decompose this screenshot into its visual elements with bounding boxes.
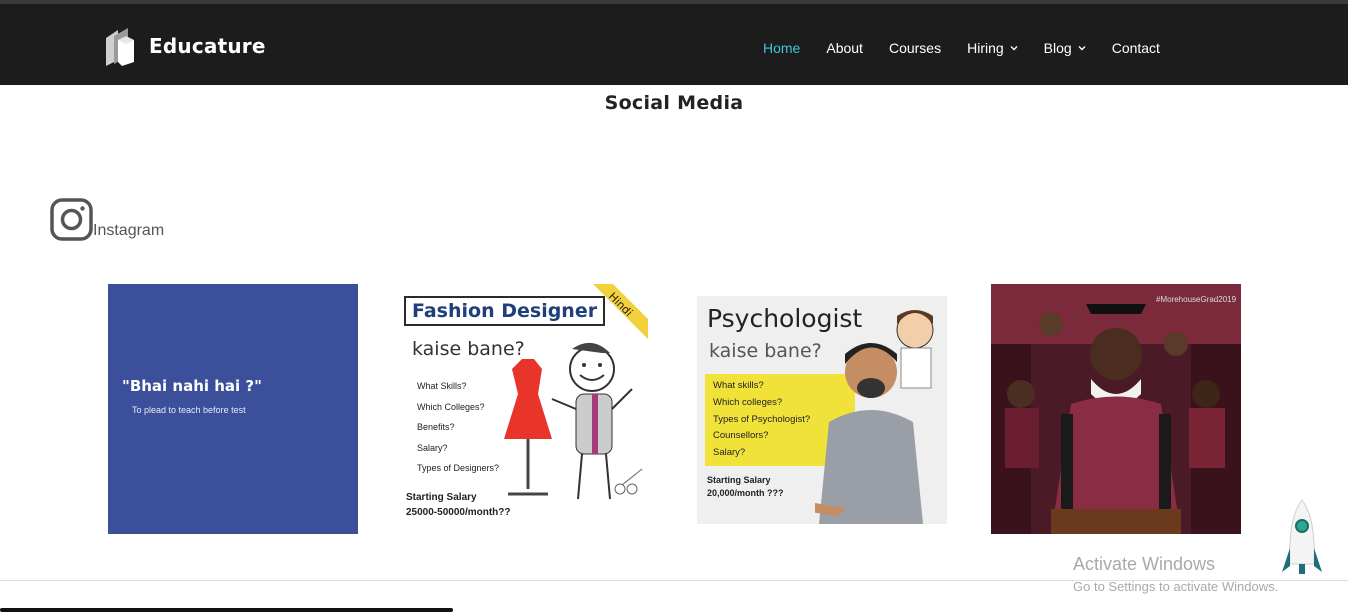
salary-label: Starting Salary — [707, 475, 771, 485]
list-item: What Skills? — [417, 381, 467, 391]
nav-hiring[interactable]: Hiring — [967, 40, 1018, 56]
person-illustration — [815, 310, 934, 524]
nav-courses[interactable]: Courses — [889, 40, 941, 56]
hindi-ribbon: Hindi — [593, 284, 648, 339]
post-title: Psychologist — [707, 304, 863, 333]
list-item: Which colleges? — [713, 396, 783, 408]
post-salary: Starting Salary 20,000/month ??? — [707, 474, 784, 499]
list-item: Which Colleges? — [417, 401, 485, 412]
post-title: Fashion Designer — [404, 296, 606, 326]
nav-home[interactable]: Home — [763, 40, 800, 56]
post-subtitle: kaise bane? — [709, 340, 822, 362]
bottom-scroll-indicator — [0, 608, 453, 612]
top-navbar: Educature Home About Courses Hiring Blog… — [0, 0, 1348, 85]
rocket-scroll-top-icon[interactable] — [1282, 498, 1322, 586]
instagram-icon — [50, 198, 93, 241]
page-title: Social Media — [604, 92, 744, 114]
instagram-label: Instagram — [93, 222, 165, 239]
main-nav: Home About Courses Hiring Blog Contact — [763, 40, 1160, 56]
brand[interactable]: Educature — [104, 26, 266, 66]
windows-watermark-title: Activate Windows — [1073, 554, 1216, 574]
post-quote: "Bhai nahi hai ?" — [122, 377, 262, 395]
salary-value: 25000-50000/month?? — [406, 507, 511, 518]
book-logo-icon — [106, 28, 134, 66]
nav-about-label: About — [826, 40, 863, 56]
post-caption: #MorehouseGrad2019 — [1156, 295, 1237, 304]
fashion-illustration — [504, 342, 643, 500]
windows-watermark-subtitle: Go to Settings to activate Windows. — [1073, 579, 1279, 594]
nav-contact-label: Contact — [1111, 40, 1160, 56]
salary-value: 20,000/month ??? — [707, 487, 784, 498]
list-item: What skills? — [713, 380, 764, 391]
brand-name: Educature — [149, 34, 266, 58]
nav-blog[interactable]: Blog — [1044, 40, 1086, 56]
chevron-down-icon — [1010, 46, 1018, 51]
list-item: Salary? — [417, 442, 448, 453]
post-subtitle: kaise bane? — [412, 338, 525, 360]
instagram-post-1[interactable]: "Bhai nahi hai ?" To plead to teach befo… — [108, 284, 358, 534]
list-item: Types of Designers? — [417, 463, 500, 473]
nav-hiring-label: Hiring — [967, 40, 1004, 56]
post-subtitle: To plead to teach before test — [132, 405, 246, 415]
graduation-photo: #MorehouseGrad2019 — [991, 284, 1241, 534]
nav-home-label: Home — [763, 40, 801, 56]
post-list: What skills? Which colleges? Types of Ps… — [713, 378, 810, 462]
instagram-post-4[interactable]: #MorehouseGrad2019 — [991, 284, 1241, 534]
list-item: Types of Psychologist? — [713, 413, 811, 425]
nav-courses-label: Courses — [888, 40, 942, 56]
chevron-down-icon — [1078, 46, 1086, 51]
salary-label: Starting Salary — [406, 492, 477, 503]
nav-about[interactable]: About — [826, 40, 863, 56]
post-list: What Skills? Which Colleges? Benefits? S… — [417, 376, 499, 479]
instagram-post-3[interactable]: Psychologist kaise bane? What skills? Wh… — [697, 296, 947, 524]
nav-contact[interactable]: Contact — [1112, 40, 1160, 56]
instagram-link[interactable]: Instagram — [50, 198, 164, 241]
list-item: Salary? — [713, 447, 746, 459]
list-item: Benefits? — [417, 422, 455, 432]
post-salary: Starting Salary 25000-50000/month?? — [406, 490, 511, 520]
list-item: Counsellors? — [713, 430, 769, 442]
nav-blog-label: Blog — [1043, 40, 1072, 56]
instagram-post-2[interactable]: Fashion Designer Hindi kaise bane? What … — [398, 284, 648, 534]
